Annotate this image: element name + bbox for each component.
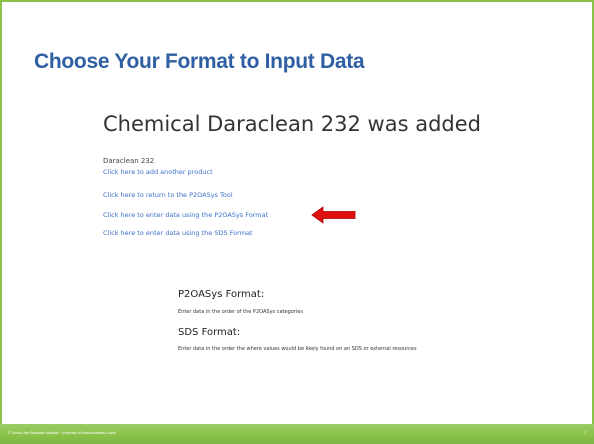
- confirmation-heading: Chemical Daraclean 232 was added: [103, 112, 481, 136]
- slide-title: Choose Your Format to Input Data: [34, 50, 365, 73]
- sds-format-heading: SDS Format:: [178, 327, 241, 338]
- screenshot-panel: Chemical Daraclean 232 was added Daracle…: [100, 112, 500, 262]
- left-border: [0, 0, 2, 424]
- sds-format-description: Enter data in the order the where values…: [178, 346, 417, 352]
- p2oasys-format-description: Enter data in the order of the P2OASys c…: [178, 309, 303, 315]
- add-product-link[interactable]: Click here to add another product: [103, 168, 213, 176]
- p2oasys-format-heading: P2OASys Format:: [178, 289, 265, 300]
- footer-bar: © Toxics Use Reduction Institute · Unive…: [0, 424, 594, 444]
- return-to-tool-link[interactable]: Click here to return to the P2OASys Tool: [103, 191, 233, 199]
- page-number: 7: [584, 431, 586, 435]
- slide: Choose Your Format to Input Data Chemica…: [0, 0, 594, 444]
- p2oasys-format-link[interactable]: Click here to enter data using the P2OAS…: [103, 211, 268, 219]
- footer-text: © Toxics Use Reduction Institute · Unive…: [8, 431, 116, 435]
- red-arrow-left-icon: [311, 206, 356, 224]
- product-name: Daraclean 232: [103, 157, 155, 165]
- sds-format-link[interactable]: Click here to enter data using the SDS F…: [103, 229, 253, 237]
- top-border: [0, 0, 594, 2]
- format-descriptions: P2OASys Format: Enter data in the order …: [178, 288, 438, 378]
